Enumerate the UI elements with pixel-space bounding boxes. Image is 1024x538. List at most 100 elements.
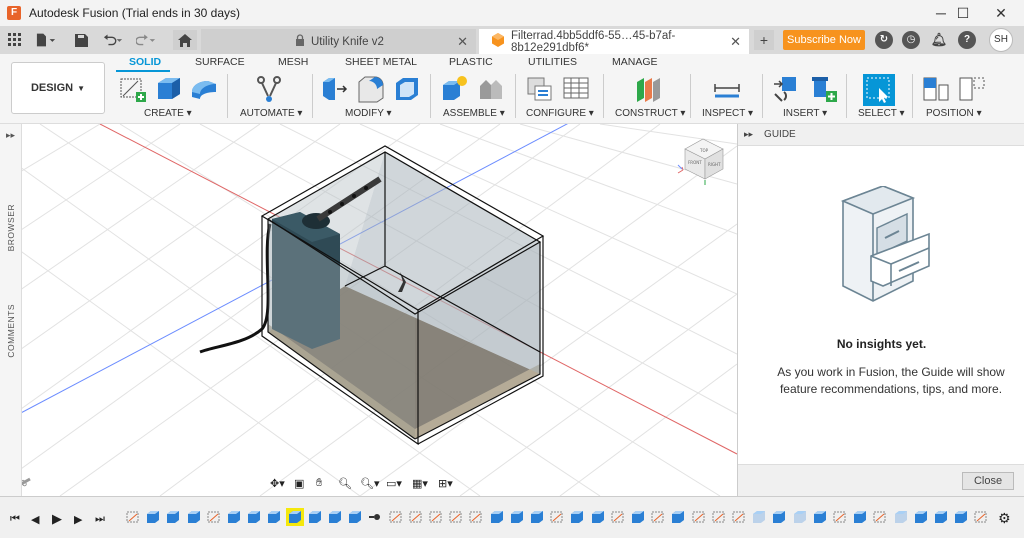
timeline-joint-icon[interactable] <box>368 510 382 524</box>
shell-icon[interactable] <box>392 74 422 104</box>
select-icon[interactable] <box>863 74 895 106</box>
3d-viewport[interactable]: 150 200 TOP FRONT RIGHT ✥▾ ▣ ✋︎ 🔍︎ 🔍︎▾ ▭… <box>0 124 737 496</box>
timeline-feature-icon[interactable] <box>510 510 524 524</box>
timeline-settings-gear-icon[interactable]: ⚙︎ <box>998 510 1011 527</box>
canvas[interactable]: 150 200 TOP FRONT RIGHT <box>0 124 737 496</box>
timeline-sketch-icon[interactable] <box>651 510 665 524</box>
viewports-icon[interactable]: ⊞▾ <box>438 477 464 490</box>
configure-icon[interactable] <box>525 74 555 104</box>
play-icon[interactable]: ▶︎ <box>52 511 62 527</box>
user-avatar[interactable]: SH <box>989 28 1013 52</box>
timeline-feature-icon[interactable] <box>285 508 304 526</box>
timeline-feature-icon[interactable] <box>772 510 786 524</box>
timeline-feature-icon[interactable] <box>247 510 261 524</box>
comments-panel-toggle[interactable]: COMMENTS <box>6 304 16 358</box>
extensions-icon[interactable]: ↻ <box>875 31 893 49</box>
configure-menu[interactable]: CONFIGURE ▾ <box>526 108 594 119</box>
measure-icon[interactable] <box>712 74 742 104</box>
timeline-feature-icon[interactable] <box>328 510 342 524</box>
press-pull-icon[interactable] <box>320 74 350 104</box>
timeline-feature-icon[interactable] <box>671 510 685 524</box>
construct-menu[interactable]: CONSTRUCT ▾ <box>615 108 685 119</box>
step-back-icon[interactable]: ◀︎ <box>31 513 39 526</box>
timeline-sketch-icon[interactable] <box>449 510 463 524</box>
timeline-feature-icon[interactable] <box>591 510 605 524</box>
timeline-sketch-icon[interactable] <box>550 510 564 524</box>
timeline-sketch-icon[interactable] <box>611 510 625 524</box>
step-forward-icon[interactable]: ▶︎ <box>74 513 82 526</box>
close-guide-button[interactable]: Close <box>962 472 1014 490</box>
automate-menu[interactable]: AUTOMATE ▾ <box>240 108 302 119</box>
zoom-icon[interactable]: 🔍︎ <box>338 477 360 490</box>
timeline-feature-icon[interactable] <box>146 510 160 524</box>
fit-zoom-icon[interactable]: 🔍︎▾ <box>360 477 386 490</box>
select-menu[interactable]: SELECT ▾ <box>858 108 905 119</box>
timeline-sketch-icon[interactable] <box>429 510 443 524</box>
align-icon[interactable] <box>921 74 951 104</box>
timeline-feature-icon[interactable] <box>308 510 322 524</box>
subscribe-button[interactable]: Subscribe Now <box>783 30 865 50</box>
timeline-feature-icon[interactable] <box>348 510 362 524</box>
timeline-feature-icon[interactable] <box>853 510 867 524</box>
browser-panel-toggle[interactable]: BROWSER <box>6 204 16 251</box>
close-tab-icon[interactable]: ✕ <box>730 34 741 50</box>
fillet-icon[interactable] <box>356 74 386 104</box>
close-window-button[interactable]: ✕ <box>978 0 1024 26</box>
timeline-feature-icon[interactable] <box>631 510 645 524</box>
modify-menu[interactable]: MODIFY ▾ <box>345 108 392 119</box>
timeline-feature-icon[interactable] <box>530 510 544 524</box>
tab-utility-knife[interactable]: Utility Knife v2 ✕ <box>201 29 476 54</box>
tab-filterrad[interactable]: Filterrad.4bb5ddf6-55…45-b7af-8b12e291db… <box>479 29 749 54</box>
automate-icon[interactable] <box>254 74 284 104</box>
timeline-feature-icon[interactable] <box>894 510 908 524</box>
timeline-feature-icon[interactable] <box>934 510 948 524</box>
tab-mesh[interactable]: MESH <box>278 56 308 68</box>
timeline-sketch-icon[interactable] <box>409 510 423 524</box>
collapse-guide-icon[interactable]: ▸▸ <box>744 129 753 140</box>
timeline-sketch-icon[interactable] <box>207 510 221 524</box>
help-icon[interactable]: ? <box>958 31 976 49</box>
orbit-icon[interactable]: ✥▾ <box>270 477 294 490</box>
go-to-start-icon[interactable]: ⏮︎ <box>10 513 20 526</box>
tab-solid[interactable]: SOLID <box>129 56 161 68</box>
new-component-icon[interactable] <box>440 74 470 104</box>
create-menu[interactable]: CREATE ▾ <box>144 108 192 119</box>
timeline-feature-icon[interactable] <box>227 510 241 524</box>
timeline-feature-icon[interactable] <box>914 510 928 524</box>
extrude-icon[interactable] <box>154 74 184 104</box>
home-icon[interactable] <box>173 30 197 50</box>
offset-plane-icon[interactable] <box>633 74 663 104</box>
insert-mcmaster-icon[interactable] <box>808 74 838 104</box>
save-icon[interactable] <box>71 30 91 50</box>
close-tab-icon[interactable]: ✕ <box>457 34 468 50</box>
timeline-sketch-icon[interactable] <box>712 510 726 524</box>
tab-plastic[interactable]: PLASTIC <box>449 56 493 68</box>
timeline-feature-icon[interactable] <box>813 510 827 524</box>
pan-hand-icon[interactable]: ✋︎ <box>316 477 338 490</box>
tab-utilities[interactable]: UTILITIES <box>528 56 577 68</box>
file-menu-icon[interactable] <box>36 30 56 50</box>
timeline-feature-icon[interactable] <box>752 510 766 524</box>
undo-icon[interactable] <box>103 30 123 50</box>
timeline-feature-icon[interactable] <box>793 510 807 524</box>
go-to-end-icon[interactable]: ⏭︎ <box>95 513 105 526</box>
apps-grid-icon[interactable] <box>5 30 25 50</box>
insert-derive-icon[interactable] <box>772 74 802 104</box>
timeline-sketch-icon[interactable] <box>833 510 847 524</box>
timeline-sketch-icon[interactable] <box>873 510 887 524</box>
tab-manage[interactable]: MANAGE <box>612 56 658 68</box>
timeline-feature-icon[interactable] <box>954 510 968 524</box>
timeline-sketch-icon[interactable] <box>974 510 988 524</box>
tab-sheet-metal[interactable]: SHEET METAL <box>345 56 417 68</box>
timeline-sketch-icon[interactable] <box>692 510 706 524</box>
timeline-sketch-icon[interactable] <box>469 510 483 524</box>
timeline-feature-icon[interactable] <box>267 510 281 524</box>
grid-settings-icon[interactable]: ▦▾ <box>412 477 438 490</box>
job-status-icon[interactable]: ◷ <box>902 31 920 49</box>
joint-icon[interactable] <box>476 74 506 104</box>
new-tab-icon[interactable]: + <box>754 30 774 50</box>
position-menu[interactable]: POSITION ▾ <box>926 108 982 119</box>
notifications-icon[interactable]: 🔔︎ <box>930 31 948 49</box>
expand-browser-icon[interactable]: ▸▸ <box>6 130 15 141</box>
timeline-feature-icon[interactable] <box>187 510 201 524</box>
